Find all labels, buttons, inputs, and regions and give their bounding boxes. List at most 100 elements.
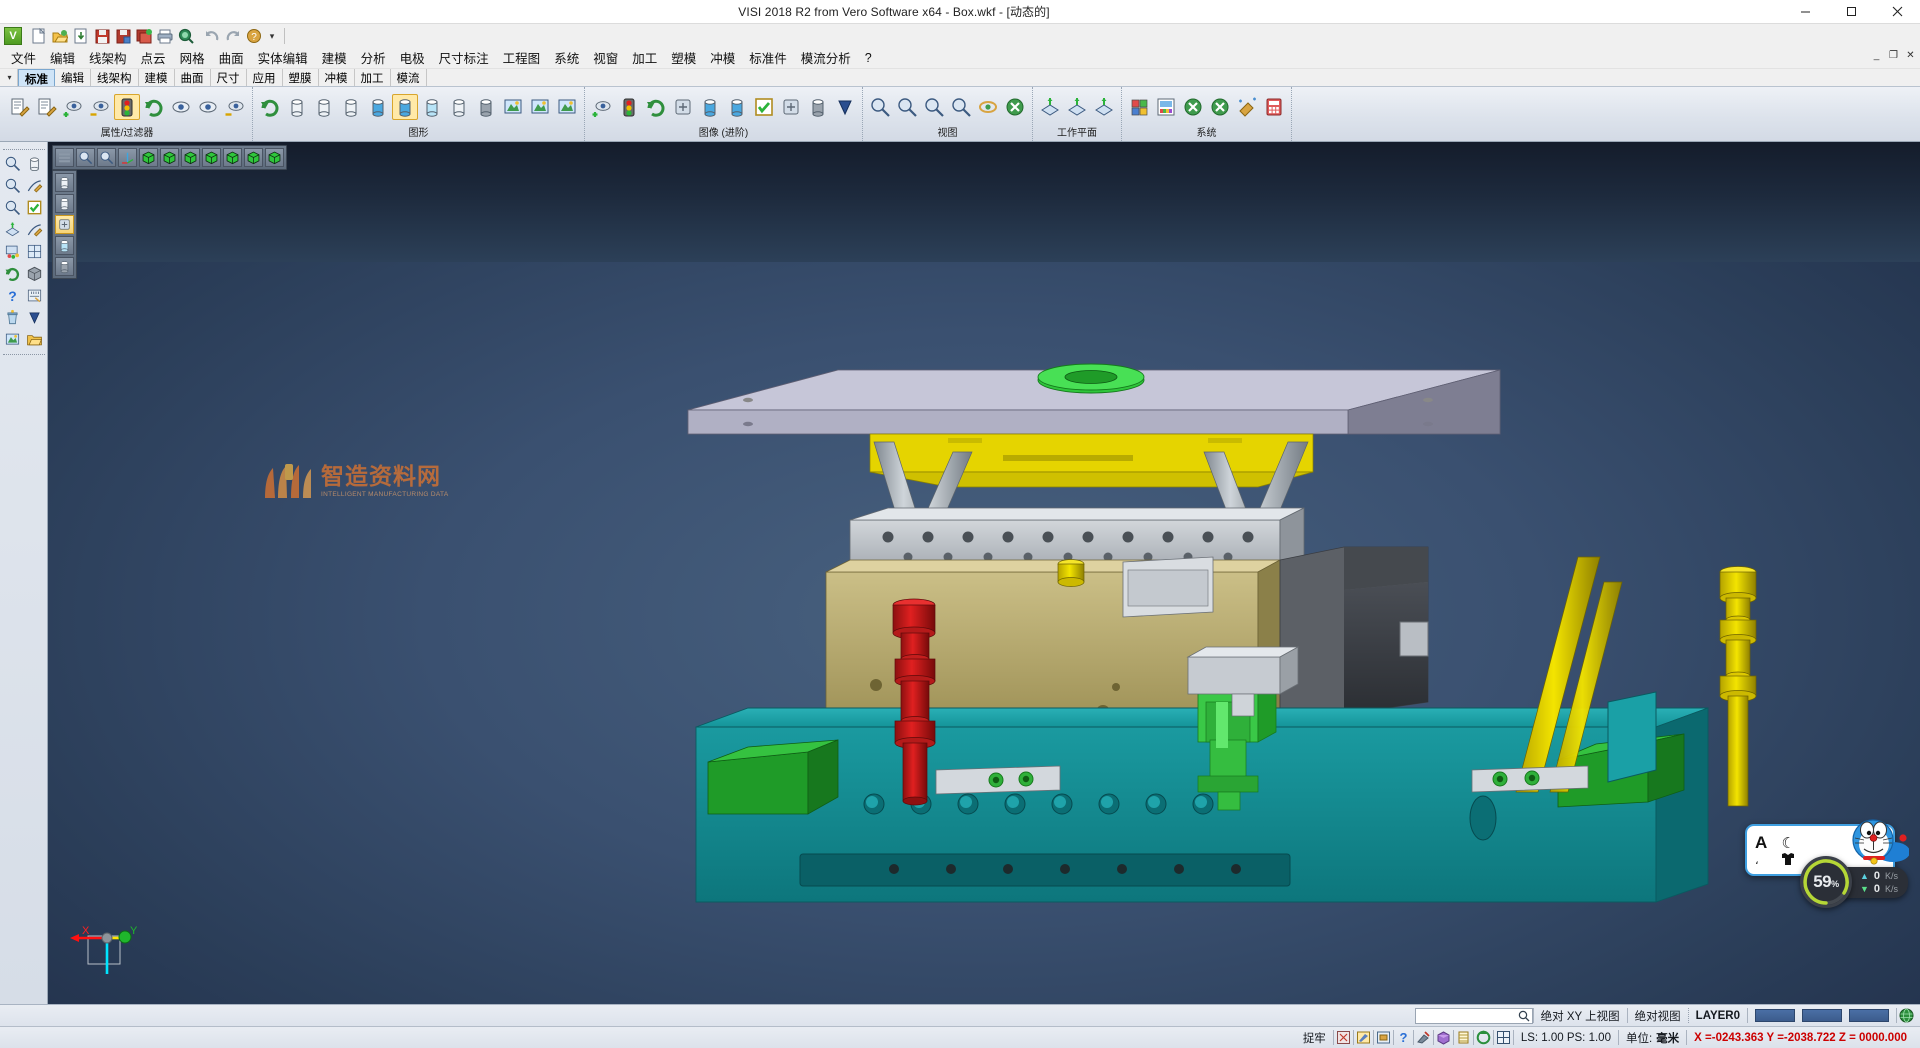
ribbon-tab-4[interactable]: 曲面	[175, 69, 211, 86]
snap-grid-icon[interactable]	[1334, 1029, 1353, 1047]
menu-item-3[interactable]: 点云	[134, 46, 173, 70]
zoom-dynamic-icon[interactable]	[3, 153, 23, 173]
redo-icon[interactable]	[223, 26, 243, 46]
render-scene-icon[interactable]	[3, 329, 23, 349]
shaded-edges-icon[interactable]	[392, 94, 418, 120]
colour-swatch-2[interactable]	[1802, 1009, 1842, 1022]
adv-transparency-icon[interactable]	[778, 94, 804, 120]
maximize-button[interactable]	[1828, 0, 1874, 24]
hidden-line-dashed-icon[interactable]	[338, 94, 364, 120]
menu-item-11[interactable]: 工程图	[496, 46, 548, 70]
list-view-icon[interactable]	[55, 148, 74, 167]
mdi-restore-button[interactable]: ❐	[1886, 50, 1901, 61]
axis-view-icon[interactable]	[118, 148, 137, 167]
copy-image-icon[interactable]	[527, 94, 553, 120]
open-folder-icon[interactable]	[25, 329, 45, 349]
snap-layer-icon[interactable]	[1454, 1029, 1473, 1047]
save-all-icon[interactable]	[134, 26, 154, 46]
colour-table-icon[interactable]	[1153, 94, 1179, 120]
show-add-icon[interactable]	[60, 94, 86, 120]
system-monitor-widget[interactable]: 59% ▲ 0 K/s ▼ 0 K/s	[1800, 856, 1908, 908]
menu-item-19[interactable]: ?	[858, 49, 879, 68]
help-icon[interactable]: ?	[244, 26, 264, 46]
clear-render-icon[interactable]	[554, 94, 580, 120]
undo-arrow-icon[interactable]	[25, 307, 45, 327]
zoom-window-icon[interactable]	[867, 94, 893, 120]
snap-solid-icon[interactable]	[1434, 1029, 1453, 1047]
modify-entity-icon[interactable]	[25, 219, 45, 239]
shade-transparent-icon[interactable]	[55, 236, 74, 255]
workplane-edit-icon[interactable]	[1064, 94, 1090, 120]
cad-viewport[interactable]: 智造资料网 INTELLIGENT MANUFACTURING DATA X Y	[48, 142, 1920, 1004]
app-logo-icon[interactable]: V	[4, 27, 22, 45]
shade-section-icon[interactable]	[55, 257, 74, 276]
layer-label[interactable]: LAYER0	[1689, 1010, 1747, 1022]
globe-icon[interactable]	[1897, 1007, 1916, 1025]
section-icon[interactable]	[473, 94, 499, 120]
print-icon[interactable]	[155, 26, 175, 46]
search-input[interactable]	[1415, 1008, 1533, 1024]
layer-manager-icon[interactable]	[1126, 94, 1152, 120]
grid-plane-icon[interactable]	[25, 241, 45, 261]
ribbon-tab-0[interactable]: 标准	[18, 69, 55, 86]
fit-all-icon[interactable]	[76, 148, 95, 167]
menu-item-10[interactable]: 尺寸标注	[432, 46, 496, 70]
adv-arrow-icon[interactable]	[832, 94, 858, 120]
show-all-icon[interactable]	[195, 94, 221, 120]
snap-grid-plane-icon[interactable]	[1494, 1029, 1513, 1047]
adv-toggle-icon[interactable]	[670, 94, 696, 120]
wireframe-icon[interactable]	[284, 94, 310, 120]
shaded-quality-icon[interactable]	[446, 94, 472, 120]
menu-item-14[interactable]: 加工	[625, 46, 664, 70]
zoom-window-icon[interactable]	[97, 148, 116, 167]
ribbon-tab-1[interactable]: 编辑	[55, 69, 91, 86]
ribbon-tab-7[interactable]: 塑膜	[283, 69, 319, 86]
colour-swatch-3[interactable]	[1849, 1009, 1889, 1022]
menu-item-7[interactable]: 建模	[315, 46, 354, 70]
measure-settings-icon[interactable]	[1207, 94, 1233, 120]
iso-view-7-icon[interactable]	[265, 148, 284, 167]
regen-icon[interactable]	[257, 94, 283, 120]
menu-item-15[interactable]: 塑模	[664, 46, 703, 70]
hide-all-icon[interactable]	[222, 94, 248, 120]
ribbon-tab-2[interactable]: 线架构	[91, 69, 139, 86]
colour-swatch-1[interactable]	[1755, 1009, 1795, 1022]
menu-item-6[interactable]: 实体编辑	[251, 46, 315, 70]
render-icon[interactable]	[500, 94, 526, 120]
menu-item-0[interactable]: 文件	[4, 46, 43, 70]
zoom-in-icon[interactable]	[3, 197, 23, 217]
select-confirm-icon[interactable]	[25, 197, 45, 217]
shaded-icon[interactable]	[365, 94, 391, 120]
macro-icon[interactable]	[1234, 94, 1260, 120]
hidden-line-icon[interactable]	[311, 94, 337, 120]
iso-view-1-icon[interactable]	[139, 148, 158, 167]
measure-distance-icon[interactable]	[25, 285, 45, 305]
help-query-icon[interactable]: ?	[3, 285, 23, 305]
element-attributes-icon[interactable]	[6, 94, 32, 120]
mdi-close-button[interactable]: ✕	[1903, 50, 1918, 61]
toggle-visibility-icon[interactable]	[168, 94, 194, 120]
iso-view-5-icon[interactable]	[223, 148, 242, 167]
snap-intersection-icon[interactable]	[1414, 1029, 1433, 1047]
view-settings-icon[interactable]	[1002, 94, 1028, 120]
adv-shaded2-icon[interactable]	[724, 94, 750, 120]
minimize-button[interactable]	[1782, 0, 1828, 24]
customize-icon[interactable]: ▾	[265, 26, 279, 46]
ribbon-tab-10[interactable]: 模流	[391, 69, 427, 86]
menu-item-2[interactable]: 线架构	[82, 46, 134, 70]
menu-item-8[interactable]: 分析	[354, 46, 393, 70]
iso-view-2-icon[interactable]	[160, 148, 179, 167]
adv-show-add-icon[interactable]	[589, 94, 615, 120]
calculator-icon[interactable]	[1261, 94, 1287, 120]
save-as-icon[interactable]	[113, 26, 133, 46]
adv-shaded-icon[interactable]	[697, 94, 723, 120]
new-file-icon[interactable]	[29, 26, 49, 46]
attribute-picker-icon[interactable]	[33, 94, 59, 120]
menu-item-5[interactable]: 曲面	[212, 46, 251, 70]
import-icon[interactable]	[71, 26, 91, 46]
menu-item-13[interactable]: 视窗	[586, 46, 625, 70]
layers-colour-icon[interactable]	[3, 241, 23, 261]
adv-colour-filter-icon[interactable]	[616, 94, 642, 120]
refresh-view-icon[interactable]	[141, 94, 167, 120]
menu-item-18[interactable]: 模流分析	[794, 46, 858, 70]
